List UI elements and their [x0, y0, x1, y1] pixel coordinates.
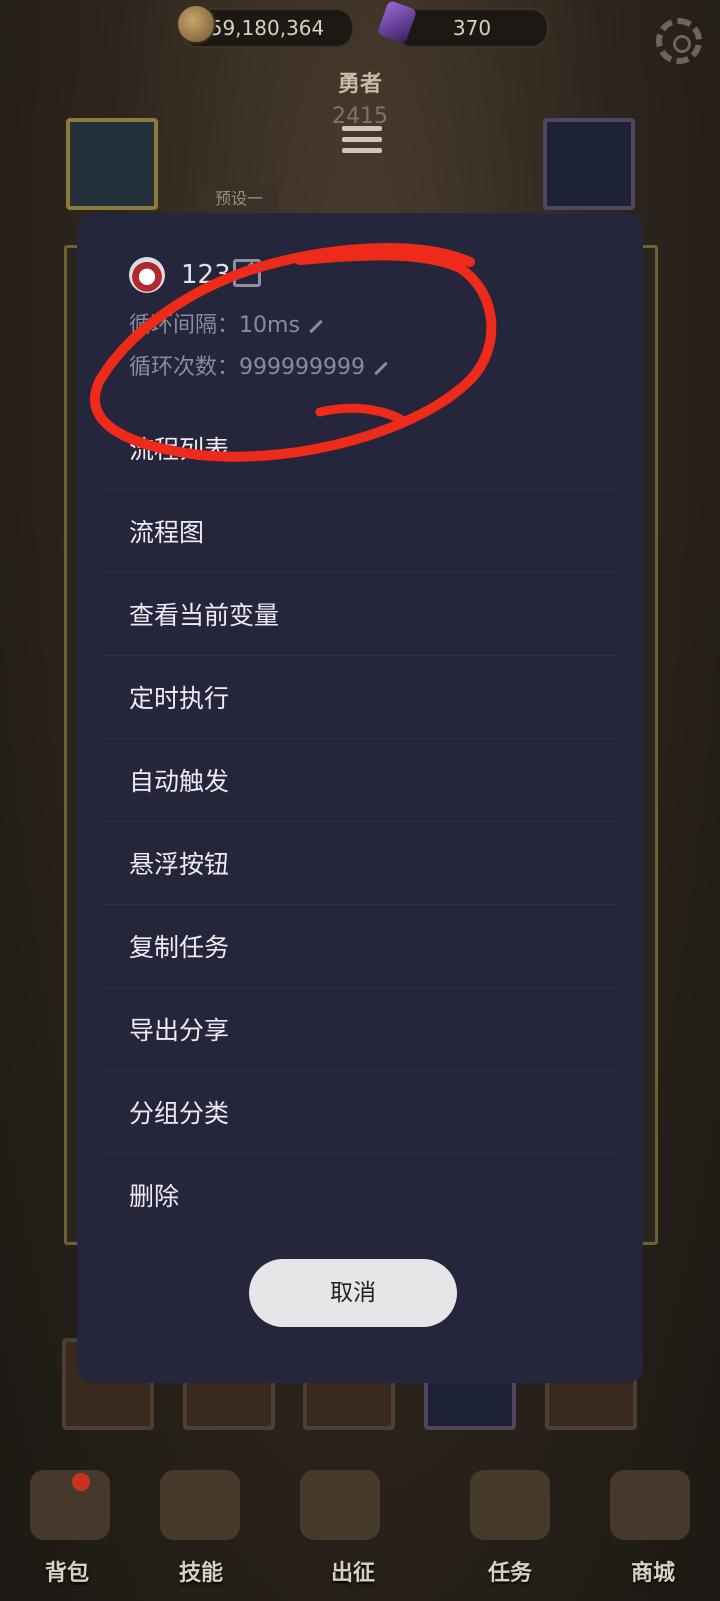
menu-item-floating-button[interactable]: 悬浮按钮: [99, 825, 621, 905]
menu-item-view-variables[interactable]: 查看当前变量: [99, 576, 621, 656]
menu-item-auto-trigger[interactable]: 自动触发: [99, 742, 621, 822]
loop-count-value: 999999999: [239, 355, 365, 380]
gem-counter: 370: [395, 8, 549, 48]
task-action-sheet: 123 循环间隔：10ms 循环次数：999999999 流程列表 流程图 查看…: [77, 213, 643, 1383]
skills-tab-icon: [160, 1470, 240, 1540]
menu-item-delete[interactable]: 删除: [99, 1157, 621, 1237]
cancel-button[interactable]: 取消: [249, 1259, 457, 1327]
menu-item-flow-list[interactable]: 流程列表: [99, 410, 621, 490]
menu-item-group-category[interactable]: 分组分类: [99, 1074, 621, 1154]
loop-interval-label: 循环间隔：: [129, 313, 240, 338]
loop-count-label: 循环次数：: [129, 355, 240, 380]
menu-item-scheduled-run[interactable]: 定时执行: [99, 659, 621, 739]
hero-title: 勇者: [337, 72, 382, 97]
quests-tab-icon: [470, 1470, 550, 1540]
preset-button[interactable]: 预设一: [200, 186, 278, 212]
settings-gear-icon[interactable]: [656, 18, 702, 64]
menu-item-export-share[interactable]: 导出分享: [99, 991, 621, 1071]
loop-count-row[interactable]: 循环次数：999999999: [129, 353, 389, 383]
edit-name-icon[interactable]: [233, 259, 261, 287]
equipment-slot[interactable]: [66, 118, 158, 210]
pencil-icon[interactable]: [309, 319, 323, 333]
pencil-icon[interactable]: [374, 361, 388, 375]
tab-shop[interactable]: 商城: [598, 1555, 708, 1587]
gold-coin-icon: [176, 4, 216, 44]
task-name: 123: [181, 257, 231, 293]
loop-interval-row[interactable]: 循环间隔：10ms: [129, 311, 324, 341]
backpack-tab-icon: [30, 1470, 110, 1540]
expedition-tab-icon: [300, 1470, 380, 1540]
tab-skills[interactable]: 技能: [146, 1555, 256, 1587]
equipment-slot[interactable]: [543, 118, 635, 210]
hamburger-menu-icon[interactable]: [342, 120, 382, 166]
tab-expedition[interactable]: 出征: [298, 1555, 408, 1587]
shop-tab-icon: [610, 1470, 690, 1540]
menu-item-copy-task[interactable]: 复制任务: [99, 908, 621, 988]
notification-dot: [72, 1473, 90, 1491]
loop-interval-value: 10ms: [239, 313, 300, 338]
tab-quests[interactable]: 任务: [455, 1555, 565, 1587]
resource-bar: 59,180,364 370: [0, 0, 720, 64]
task-name-text: 123: [181, 260, 231, 290]
task-avatar-icon: [129, 257, 165, 293]
tab-backpack[interactable]: 背包: [12, 1555, 122, 1587]
menu-item-flowchart[interactable]: 流程图: [99, 493, 621, 573]
